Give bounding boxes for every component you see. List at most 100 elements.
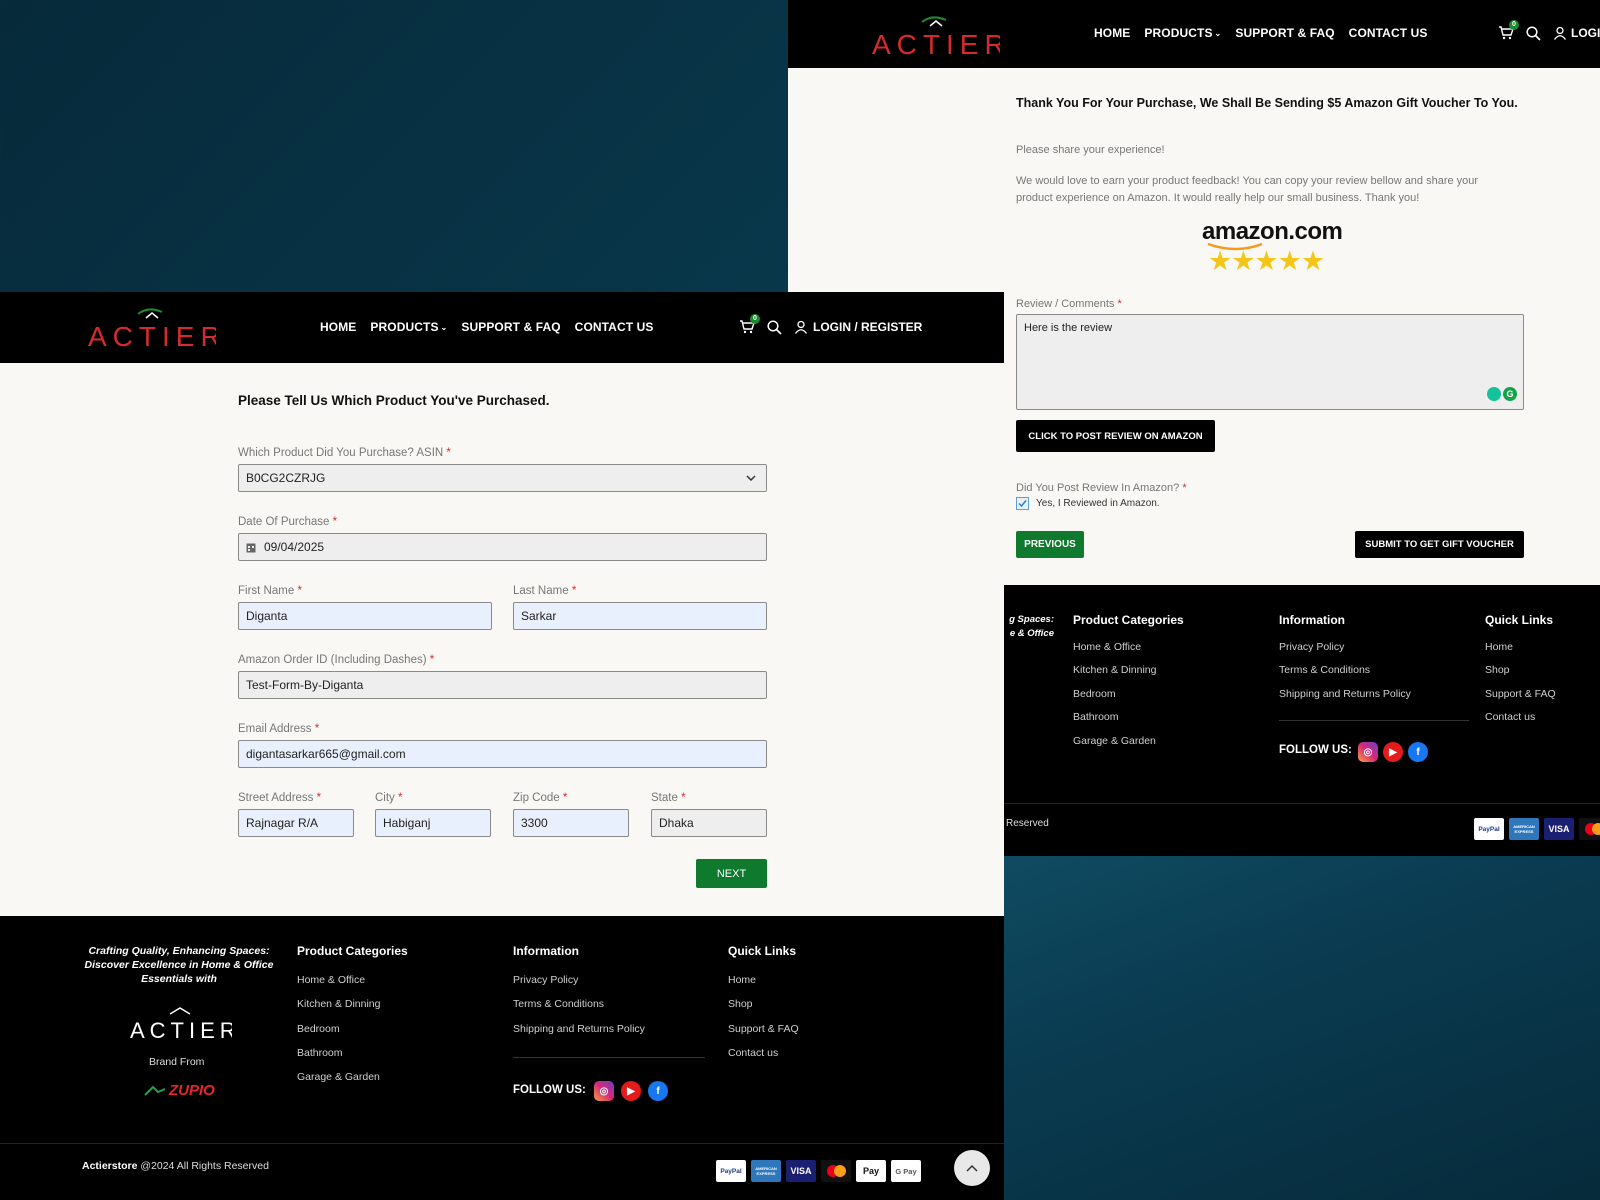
purchase-form-heading: Please Tell Us Which Product You've Purc… bbox=[238, 393, 550, 408]
footer-cat-link[interactable]: Bathroom bbox=[1073, 711, 1119, 723]
next-button[interactable]: NEXT bbox=[696, 859, 767, 888]
site-header-left: ACTIER HOME PRODUCTS ⌄ SUPPORT & FAQ CONT… bbox=[0, 292, 1004, 363]
previous-button[interactable]: PREVIOUS bbox=[1016, 531, 1084, 558]
footer-cat-link[interactable]: Home & Office bbox=[1073, 641, 1141, 653]
chevron-up-icon bbox=[966, 1164, 978, 1172]
footer-cat-link[interactable]: Bedroom bbox=[297, 1023, 340, 1035]
last-name-label: Last Name * bbox=[513, 585, 577, 597]
chevron-down-icon: ⌄ bbox=[1214, 29, 1222, 39]
submit-gift-voucher-button[interactable]: SUBMIT TO GET GIFT VOUCHER bbox=[1355, 531, 1524, 558]
calendar-icon bbox=[246, 543, 256, 552]
footer-cat-link[interactable]: Bedroom bbox=[1073, 688, 1116, 700]
review-textarea[interactable]: Here is the review G bbox=[1016, 314, 1524, 410]
footer-info-link[interactable]: Shipping and Returns Policy bbox=[513, 1023, 645, 1035]
nav-home[interactable]: HOME bbox=[1094, 26, 1130, 40]
footer-cat-link[interactable]: Bathroom bbox=[297, 1047, 343, 1059]
paypal-icon: PayPal bbox=[1474, 818, 1504, 840]
login-link[interactable]: LOGI bbox=[1553, 26, 1600, 40]
email-input[interactable]: digantasarkar665@gmail.com bbox=[238, 740, 767, 768]
footer-quick-link[interactable]: Shop bbox=[1485, 664, 1510, 676]
last-name-input[interactable]: Sarkar bbox=[513, 602, 767, 630]
footer-quick-link[interactable]: Home bbox=[728, 974, 756, 986]
footer-quick-link[interactable]: Support & FAQ bbox=[728, 1023, 799, 1035]
footer-divider bbox=[0, 1143, 1004, 1144]
footer-cat-link[interactable]: Home & Office bbox=[297, 974, 365, 986]
order-id-input[interactable]: Test-Form-By-Diganta bbox=[238, 671, 767, 699]
login-register-link[interactable]: LOGIN / REGISTER bbox=[794, 320, 922, 334]
posted-review-label: Did You Post Review In Amazon? * bbox=[1016, 482, 1187, 494]
city-label: City * bbox=[375, 792, 403, 804]
date-label: Date Of Purchase * bbox=[238, 516, 338, 528]
instagram-icon[interactable]: ◎ bbox=[1358, 742, 1378, 762]
visa-icon: VISA bbox=[786, 1160, 816, 1182]
payment-icons-left: PayPal AMERICAN EXPRESS VISA Pay G Pay bbox=[716, 1160, 921, 1182]
footer-info-link[interactable]: Terms & Conditions bbox=[513, 998, 604, 1010]
facebook-icon[interactable]: f bbox=[648, 1081, 668, 1101]
feedback-paragraph: We would love to earn your product feedb… bbox=[1016, 175, 1479, 204]
nav-contact[interactable]: CONTACT US bbox=[1349, 26, 1428, 40]
footer-information-title: Information bbox=[513, 944, 579, 958]
share-experience-text: Please share your experience! bbox=[1016, 144, 1165, 156]
user-icon bbox=[794, 320, 808, 334]
scroll-to-top-button[interactable] bbox=[954, 1150, 990, 1186]
footer-quick-link[interactable]: Shop bbox=[728, 998, 753, 1010]
street-input[interactable]: Rajnagar R/A bbox=[238, 809, 354, 837]
post-review-amazon-button[interactable]: CLICK TO POST REVIEW ON AMAZON bbox=[1016, 420, 1215, 452]
search-icon[interactable] bbox=[767, 319, 782, 335]
state-label: State * bbox=[651, 792, 686, 804]
footer-info-link[interactable]: Terms & Conditions bbox=[1279, 664, 1370, 676]
nav-contact[interactable]: CONTACT US bbox=[575, 320, 654, 334]
asin-select[interactable]: B0CG2CZRJG bbox=[238, 464, 767, 492]
nav-support[interactable]: SUPPORT & FAQ bbox=[461, 320, 560, 334]
header-icons-right: 0 LOGI bbox=[1498, 20, 1600, 41]
tagline-fragment: e & Office bbox=[1009, 628, 1054, 639]
zip-input[interactable]: 3300 bbox=[513, 809, 629, 837]
zupio-logo[interactable]: ZUPIO bbox=[144, 1082, 215, 1099]
actier-logo[interactable]: ACTIER bbox=[86, 304, 216, 352]
background-gradient bbox=[1004, 856, 1600, 1200]
amex-icon: AMERICAN EXPRESS bbox=[751, 1160, 781, 1182]
footer-info-link[interactable]: Privacy Policy bbox=[1279, 641, 1344, 653]
svg-text:ACTIER: ACTIER bbox=[872, 29, 1000, 60]
nav-home[interactable]: HOME bbox=[320, 320, 356, 334]
search-icon[interactable] bbox=[1526, 25, 1541, 41]
footer-quick-link[interactable]: Support & FAQ bbox=[1485, 688, 1556, 700]
footer-cat-link[interactable]: Garage & Garden bbox=[1073, 735, 1156, 747]
chevron-down-icon: ⌄ bbox=[440, 323, 448, 333]
nav-products[interactable]: PRODUCTS ⌄ bbox=[1144, 26, 1221, 40]
purchase-form-panel: Please Tell Us Which Product You've Purc… bbox=[0, 363, 1004, 916]
cart-icon[interactable]: 0 bbox=[1498, 20, 1519, 41]
actier-logo[interactable]: ACTIER bbox=[870, 12, 1000, 60]
nav-products[interactable]: PRODUCTS ⌄ bbox=[370, 320, 447, 334]
city-input[interactable]: Habiganj bbox=[375, 809, 491, 837]
footer-cat-link[interactable]: Kitchen & Dinning bbox=[297, 998, 380, 1010]
footer-quick-link[interactable]: Contact us bbox=[1485, 711, 1535, 723]
nav-support[interactable]: SUPPORT & FAQ bbox=[1235, 26, 1334, 40]
cart-icon[interactable]: 0 bbox=[739, 314, 760, 335]
site-header-right: ACTIER HOME PRODUCTS ⌄ SUPPORT & FAQ CONT… bbox=[788, 0, 1600, 68]
date-input[interactable]: 09/04/2025 bbox=[238, 533, 767, 561]
reviewed-checkbox[interactable] bbox=[1016, 497, 1029, 510]
footer-cat-link[interactable]: Garage & Garden bbox=[297, 1071, 380, 1083]
footer-information-title: Information bbox=[1279, 613, 1345, 627]
footer-info-link[interactable]: Privacy Policy bbox=[513, 974, 578, 986]
instagram-icon[interactable]: ◎ bbox=[594, 1081, 614, 1101]
five-star-rating: ★★★★★ bbox=[1208, 246, 1325, 276]
social-icons: ◎ ▶ f bbox=[1358, 742, 1428, 762]
youtube-icon[interactable]: ▶ bbox=[1383, 742, 1403, 762]
zupio-mark-icon bbox=[144, 1085, 166, 1096]
footer-quick-link[interactable]: Contact us bbox=[728, 1047, 778, 1059]
zip-label: Zip Code * bbox=[513, 792, 568, 804]
facebook-icon[interactable]: f bbox=[1408, 742, 1428, 762]
footer-cat-link[interactable]: Kitchen & Dinning bbox=[1073, 664, 1156, 676]
footer-quick-link[interactable]: Home bbox=[1485, 641, 1513, 653]
footer-divider bbox=[1004, 803, 1600, 804]
actier-logo-white[interactable]: ACTIER bbox=[128, 1006, 232, 1042]
first-name-input[interactable]: Diganta bbox=[238, 602, 492, 630]
svg-text:ACTIER: ACTIER bbox=[130, 1018, 232, 1042]
youtube-icon[interactable]: ▶ bbox=[621, 1081, 641, 1101]
street-label: Street Address * bbox=[238, 792, 322, 804]
footer-info-link[interactable]: Shipping and Returns Policy bbox=[1279, 688, 1411, 700]
state-input[interactable]: Dhaka bbox=[651, 809, 767, 837]
grammarly-icon[interactable]: G bbox=[1487, 387, 1517, 401]
